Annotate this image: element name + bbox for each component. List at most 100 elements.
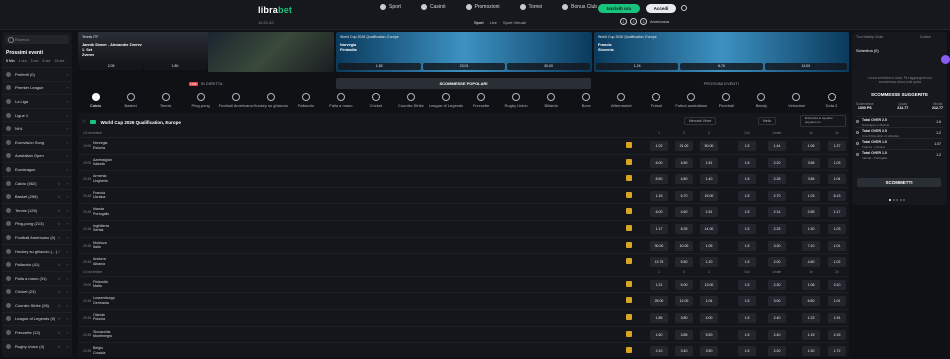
sidebar-item[interactable]: Ping-pong (213) › ☆ xyxy=(2,216,72,231)
half-select[interactable]: Metà xyxy=(758,117,776,125)
odd-button[interactable]: 1.5 xyxy=(738,207,756,218)
odd-button[interactable]: 2.14 xyxy=(768,207,786,218)
star-icon[interactable]: ☆ xyxy=(57,235,61,240)
bet-button[interactable]: SCOMMETTI xyxy=(857,178,941,187)
odd-button[interactable]: 1.17 xyxy=(650,223,668,234)
odd-button[interactable]: 14.00 xyxy=(700,223,718,234)
odd-button[interactable]: 2.20 xyxy=(768,157,786,168)
sport-tab[interactable]: Aftermarket xyxy=(604,93,639,111)
odd-button[interactable]: 1.21 xyxy=(650,279,668,290)
sport-tab[interactable]: Futsal xyxy=(639,93,674,111)
match-teams[interactable]: Azerbaigian Islanda xyxy=(93,158,112,167)
odd-button[interactable]: 13.00 xyxy=(764,63,847,70)
suggested-bet[interactable]: Total OVER 1.5 Irlanda - Portogallo 1.2 xyxy=(856,149,943,160)
match-teams[interactable]: Belgio Croazia xyxy=(93,346,105,355)
odd-button[interactable]: 4.80 xyxy=(802,257,820,268)
odds-format[interactable]: 1 2 3 Americana xyxy=(620,18,669,25)
sport-tab[interactable]: Tennis xyxy=(148,93,183,111)
odd-button[interactable]: 1.02 xyxy=(650,141,668,151)
match-teams[interactable]: Finlandia Malta xyxy=(93,280,108,289)
star-icon[interactable]: ☆ xyxy=(57,208,61,213)
match-row[interactable]: 19:00 Finlandia Malta 1.21 6.00 13.00 1.5 2.30 1… xyxy=(78,275,849,293)
odd-button[interactable]: 23.01 xyxy=(422,63,506,70)
odd-button[interactable]: 3.40 xyxy=(675,346,693,357)
filter-24h[interactable]: 24 ore xyxy=(55,59,65,63)
odd-button[interactable]: 1.5 xyxy=(738,141,756,151)
odd-button[interactable]: 13.00 xyxy=(700,279,718,290)
stats-icon[interactable] xyxy=(626,191,632,198)
stats-icon[interactable] xyxy=(626,297,632,304)
sport-tab[interactable]: Bandy xyxy=(744,93,779,111)
result-select[interactable]: Entramba le squadre segnano no xyxy=(800,115,846,127)
filter-6h[interactable]: 6 ore xyxy=(43,59,51,63)
banner-live-2[interactable]: World Cup 2026 Qualification, Europe Nor… xyxy=(336,32,592,72)
filter-3h[interactable]: 3 ore xyxy=(31,59,39,63)
sport-tab[interactable]: Rugby Union xyxy=(499,93,534,111)
sidebar-item[interactable]: Counter-Strike (26) › ☆ xyxy=(2,298,72,312)
odd-button[interactable]: 1.5 xyxy=(738,223,756,234)
odd-button[interactable]: 1.91 xyxy=(828,312,846,323)
odd-button[interactable]: 1.5 xyxy=(738,157,756,168)
odd-button[interactable]: 3.65 xyxy=(802,157,820,168)
odd-button[interactable]: 6.13 xyxy=(828,190,846,201)
sport-tab[interactable]: Counter-Strike xyxy=(393,93,428,111)
sidebar-search-input[interactable]: Ricerca xyxy=(5,35,69,44)
odd-button[interactable]: 7.10 xyxy=(802,240,820,251)
sidebar-item[interactable]: Hockey su ghiaccio (…) › ☆ xyxy=(2,243,72,258)
odd-button[interactable]: 3.85 xyxy=(675,329,693,340)
nav-tornei[interactable]: Tornei xyxy=(519,4,542,10)
odd-button[interactable]: 4.60 xyxy=(675,207,693,218)
odd-button[interactable]: 6.00 xyxy=(650,207,668,218)
sidebar-item[interactable]: Australian Open › xyxy=(2,148,72,163)
match-row[interactable]: 20:45 Armenia Ungheria 8.50 4.80 1.40 1.5 2.28 3… xyxy=(78,170,849,187)
sidebar-item[interactable]: League of Legends (0) › ☆ xyxy=(2,311,72,326)
odd-button[interactable]: 2.40 xyxy=(768,312,786,323)
star-icon[interactable]: ☆ xyxy=(57,316,61,321)
star-icon[interactable]: ☆ xyxy=(82,119,86,125)
star-icon[interactable]: ☆ xyxy=(57,289,61,294)
sport-tab[interactable]: Football Americano xyxy=(218,93,253,111)
odd-button[interactable]: 1.40 xyxy=(700,174,718,185)
match-row[interactable]: 20:45 Irlanda Portogallo 6.00 4.60 1.51 1.5 2.1… xyxy=(78,203,849,220)
star-icon[interactable]: ☆ xyxy=(57,194,61,199)
odd-button[interactable]: 1.30 xyxy=(802,223,820,234)
login-button[interactable]: Accedi xyxy=(646,4,676,13)
match-teams[interactable]: Francia Ucraina xyxy=(93,191,105,200)
match-row[interactable]: 20:45 Slovacchia Montenegro 1.60 3.85 5.50 1.5… xyxy=(78,325,849,343)
sport-tab[interactable]: League of Legends xyxy=(428,93,463,111)
stats-icon[interactable] xyxy=(626,280,632,287)
odd-button[interactable]: 3.30 xyxy=(768,240,786,251)
sport-tab[interactable]: Freccette xyxy=(464,93,499,111)
odd-button[interactable]: 1.60 xyxy=(650,329,668,340)
betslip-code-input[interactable]: Codice xyxy=(920,35,931,39)
odd-button[interactable]: 2.20 xyxy=(768,346,786,357)
odd-button[interactable]: 2.40 xyxy=(768,329,786,340)
sidebar-item[interactable]: Rugby Union (4) › ☆ xyxy=(2,338,72,353)
nav-casino[interactable]: Casinò xyxy=(420,4,446,10)
odd-button[interactable]: 2.00 xyxy=(768,257,786,268)
odd-button[interactable]: 3.85 xyxy=(802,174,820,185)
odd-button[interactable]: 1.72 xyxy=(828,346,846,357)
match-row[interactable]: 19:00 Norvegia Estonia 1.02 21.00 50.00 1.5 1.4… xyxy=(78,137,849,154)
sport-tab[interactable]: Ping-pong xyxy=(183,93,218,111)
odd-button[interactable]: 1.15 xyxy=(802,329,820,340)
logo[interactable]: librabet xyxy=(258,5,292,15)
odd-button[interactable]: 1.02 xyxy=(828,257,846,268)
odd-button[interactable]: 6.00 xyxy=(675,279,693,290)
odd-button[interactable]: 6.70 xyxy=(680,63,763,70)
odd-button[interactable]: 1.5 xyxy=(738,279,756,290)
match-row[interactable]: 20:45 Inghilterra Serbia 1.17 6.25 14.00 1.5 2.… xyxy=(78,219,849,237)
sidebar-item[interactable]: Football Americano (0) › ☆ xyxy=(2,230,72,244)
match-teams[interactable]: Armenia Ungheria xyxy=(93,174,108,183)
stats-icon[interactable] xyxy=(626,241,632,248)
betslip-code-tab[interactable]: Tuoi betslip Code xyxy=(856,35,883,39)
match-teams[interactable]: Slovacchia Montenegro xyxy=(93,330,112,339)
odd-button[interactable]: 6.70 xyxy=(675,190,693,201)
sport-tab[interactable]: Boxe xyxy=(569,93,604,111)
odd-button[interactable]: 1.5 xyxy=(738,329,756,340)
match-teams[interactable]: Norvegia Estonia xyxy=(93,141,107,150)
odd-button[interactable]: 1.27 xyxy=(828,141,846,151)
suggested-bet[interactable]: Total OVER 2.5 Czech Republic vs Gibralta… xyxy=(856,127,943,138)
match-row[interactable]: 20:45 Moldova Italia 30.00 10.00 1.05 1.5 3.30 7… xyxy=(78,236,849,254)
suggested-bet[interactable]: Total OVER 2.5 Nicaragua vs Bolivia 1.6 xyxy=(856,116,943,127)
